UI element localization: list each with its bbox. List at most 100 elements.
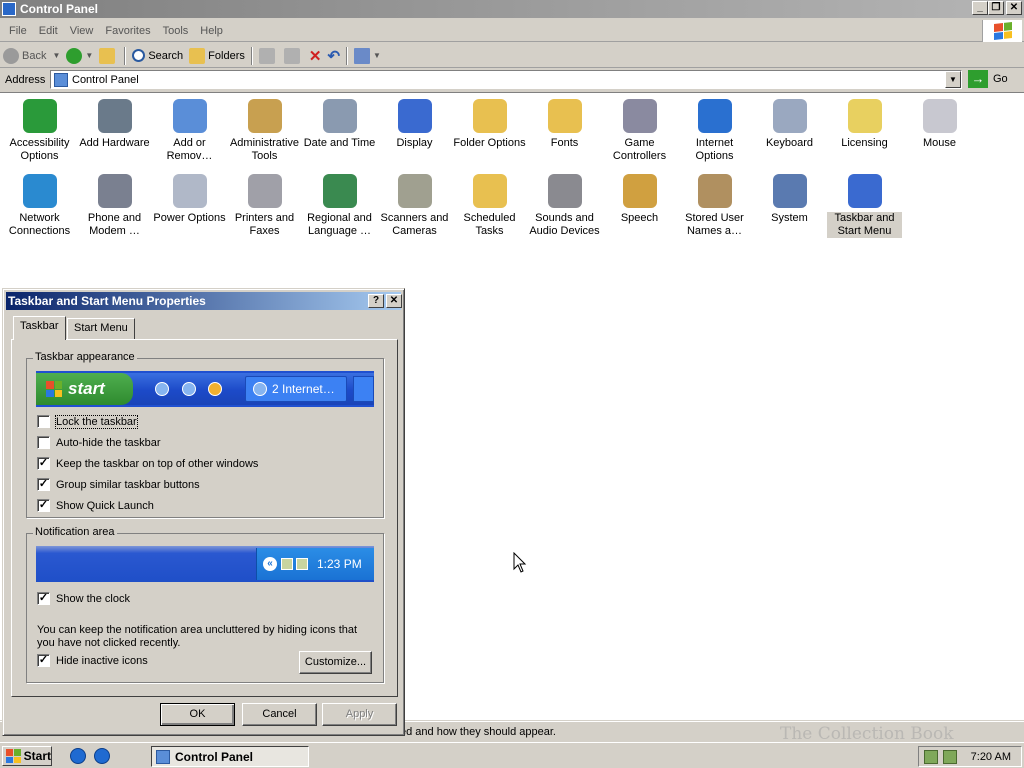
close-button[interactable]: ✕ bbox=[1006, 1, 1022, 15]
taskbar-option-check[interactable] bbox=[37, 415, 50, 428]
cp-item-icon bbox=[772, 99, 807, 133]
folders-button[interactable]: Folders bbox=[186, 45, 248, 67]
cp-item-label: Folder Options bbox=[453, 137, 526, 149]
taskbar-button-control-panel[interactable]: Control Panel bbox=[151, 746, 309, 767]
show-clock-check[interactable]: ✓ bbox=[37, 592, 50, 605]
tab-taskbar[interactable]: Taskbar bbox=[13, 316, 66, 340]
tab-start-menu[interactable]: Start Menu bbox=[67, 318, 135, 339]
cp-item[interactable]: Scanners and Cameras bbox=[377, 174, 452, 238]
quick-launch-ie-icon[interactable] bbox=[94, 748, 110, 764]
cp-item-label: System bbox=[771, 212, 808, 224]
cp-item[interactable]: Accessibility Options bbox=[2, 99, 77, 163]
cp-item[interactable]: Mouse bbox=[902, 99, 977, 150]
taskbar-option-check[interactable] bbox=[37, 436, 50, 449]
dialog-titlebar: Taskbar and Start Menu Properties ? ✕ bbox=[6, 292, 402, 310]
security-tray-icon[interactable] bbox=[943, 749, 957, 764]
taskbar-option-checkbox[interactable]: ✓ Keep the taskbar on top of other window… bbox=[37, 457, 258, 470]
cp-item-icon bbox=[397, 174, 432, 208]
menu-help[interactable]: Help bbox=[194, 25, 229, 37]
cp-item[interactable]: Phone and Modem … bbox=[77, 174, 152, 238]
go-label: Go bbox=[993, 73, 1008, 85]
cp-item[interactable]: Internet Options bbox=[677, 99, 752, 163]
forward-button[interactable]: ▼ bbox=[63, 45, 96, 67]
cp-item-label: Mouse bbox=[922, 137, 957, 149]
cp-item-label: Sounds and Audio Devices bbox=[529, 212, 600, 237]
move-to-button[interactable] bbox=[256, 45, 281, 67]
mouse-cursor-icon bbox=[513, 552, 527, 573]
menu-view[interactable]: View bbox=[64, 25, 100, 37]
cp-item[interactable]: Printers and Faxes bbox=[227, 174, 302, 238]
dialog-close-button[interactable]: ✕ bbox=[386, 294, 402, 308]
menu-edit[interactable]: Edit bbox=[33, 25, 64, 37]
apply-button[interactable]: Apply bbox=[322, 703, 397, 726]
up-folder-button[interactable] bbox=[96, 45, 121, 67]
network-tray-icon[interactable] bbox=[924, 749, 938, 764]
menu-favorites[interactable]: Favorites bbox=[99, 25, 156, 37]
copy-to-button[interactable] bbox=[281, 45, 306, 67]
tray-clock[interactable]: 7:20 AM bbox=[971, 751, 1011, 763]
ok-button[interactable]: OK bbox=[160, 703, 235, 726]
taskbar-appearance-group: Taskbar appearance start 2 Internet… Loc… bbox=[26, 351, 384, 518]
cp-item[interactable]: Licensing bbox=[827, 99, 902, 150]
cancel-button[interactable]: Cancel bbox=[242, 703, 317, 726]
cp-item[interactable]: Keyboard bbox=[752, 99, 827, 150]
control-panel-icon bbox=[54, 72, 68, 87]
cp-item[interactable]: Add Hardware bbox=[77, 99, 152, 150]
maximize-button[interactable]: ❐ bbox=[988, 1, 1004, 15]
customize-button[interactable]: Customize... bbox=[299, 651, 372, 674]
quick-launch-outlook-icon[interactable] bbox=[70, 748, 86, 764]
cp-item[interactable]: Fonts bbox=[527, 99, 602, 150]
hide-inactive-checkbox[interactable]: ✓ Hide inactive icons bbox=[37, 654, 148, 667]
cp-item[interactable]: Scheduled Tasks bbox=[452, 174, 527, 238]
help-button[interactable]: ? bbox=[368, 294, 384, 308]
cp-item-icon bbox=[472, 174, 507, 208]
delete-button[interactable]: ✕ bbox=[306, 45, 325, 67]
menu-tools[interactable]: Tools bbox=[157, 25, 195, 37]
cp-item[interactable]: Regional and Language … bbox=[302, 174, 377, 238]
taskbar-option-checkbox[interactable]: ✓ Group similar taskbar buttons bbox=[37, 478, 200, 491]
cp-item-icon bbox=[247, 99, 282, 133]
forward-dropdown-icon: ▼ bbox=[85, 51, 94, 60]
cp-item-label: Regional and Language … bbox=[307, 212, 372, 237]
back-button[interactable]: Back ▼ bbox=[0, 45, 63, 67]
cp-item[interactable]: Stored User Names a… bbox=[677, 174, 752, 238]
taskbar-option-checkbox[interactable]: Auto-hide the taskbar bbox=[37, 436, 161, 449]
cp-item[interactable]: Network Connections bbox=[2, 174, 77, 238]
cp-item[interactable]: Folder Options bbox=[452, 99, 527, 150]
go-button[interactable]: → Go bbox=[968, 70, 1008, 88]
cp-item[interactable]: Date and Time bbox=[302, 99, 377, 150]
cp-item[interactable]: Sounds and Audio Devices bbox=[527, 174, 602, 238]
network-icon bbox=[281, 558, 293, 570]
watermark: The Collection Book bbox=[780, 724, 954, 744]
taskbar-option-check[interactable]: ✓ bbox=[37, 499, 50, 512]
cp-item[interactable]: Game Controllers bbox=[602, 99, 677, 163]
cp-item-icon bbox=[172, 174, 207, 208]
minimize-button[interactable]: _ bbox=[972, 1, 988, 15]
taskbar-option-checkbox[interactable]: Lock the taskbar bbox=[37, 414, 138, 429]
address-input[interactable]: Control Panel ▼ bbox=[50, 70, 962, 89]
views-button[interactable]: ▼ bbox=[351, 45, 384, 67]
search-icon bbox=[132, 49, 146, 62]
show-clock-checkbox[interactable]: ✓ Show the clock bbox=[37, 592, 130, 605]
cp-item[interactable]: Add or Remov… bbox=[152, 99, 227, 163]
cp-item[interactable]: System bbox=[752, 174, 827, 225]
address-dropdown-button[interactable]: ▼ bbox=[945, 71, 961, 88]
control-panel-icon bbox=[2, 2, 16, 16]
taskbar-option-check[interactable]: ✓ bbox=[37, 457, 50, 470]
taskbar-option-check[interactable]: ✓ bbox=[37, 478, 50, 491]
search-button[interactable]: Search bbox=[129, 45, 186, 67]
preview-start-label: start bbox=[68, 379, 105, 398]
taskbar-option-checkbox[interactable]: ✓ Show Quick Launch bbox=[37, 499, 154, 512]
menu-file[interactable]: File bbox=[3, 25, 33, 37]
search-label: Search bbox=[148, 49, 184, 62]
cp-item-icon bbox=[97, 174, 132, 208]
back-label: Back bbox=[22, 49, 47, 62]
hide-inactive-check[interactable]: ✓ bbox=[37, 654, 50, 667]
cp-item[interactable]: Display bbox=[377, 99, 452, 150]
cp-item[interactable]: Speech bbox=[602, 174, 677, 225]
cp-item[interactable]: Power Options bbox=[152, 174, 227, 225]
start-button[interactable]: Start bbox=[2, 746, 52, 766]
cp-item[interactable]: Taskbar and Start Menu bbox=[827, 174, 902, 238]
undo-button[interactable]: ↶ bbox=[324, 45, 343, 67]
cp-item[interactable]: Administrative Tools bbox=[227, 99, 302, 163]
